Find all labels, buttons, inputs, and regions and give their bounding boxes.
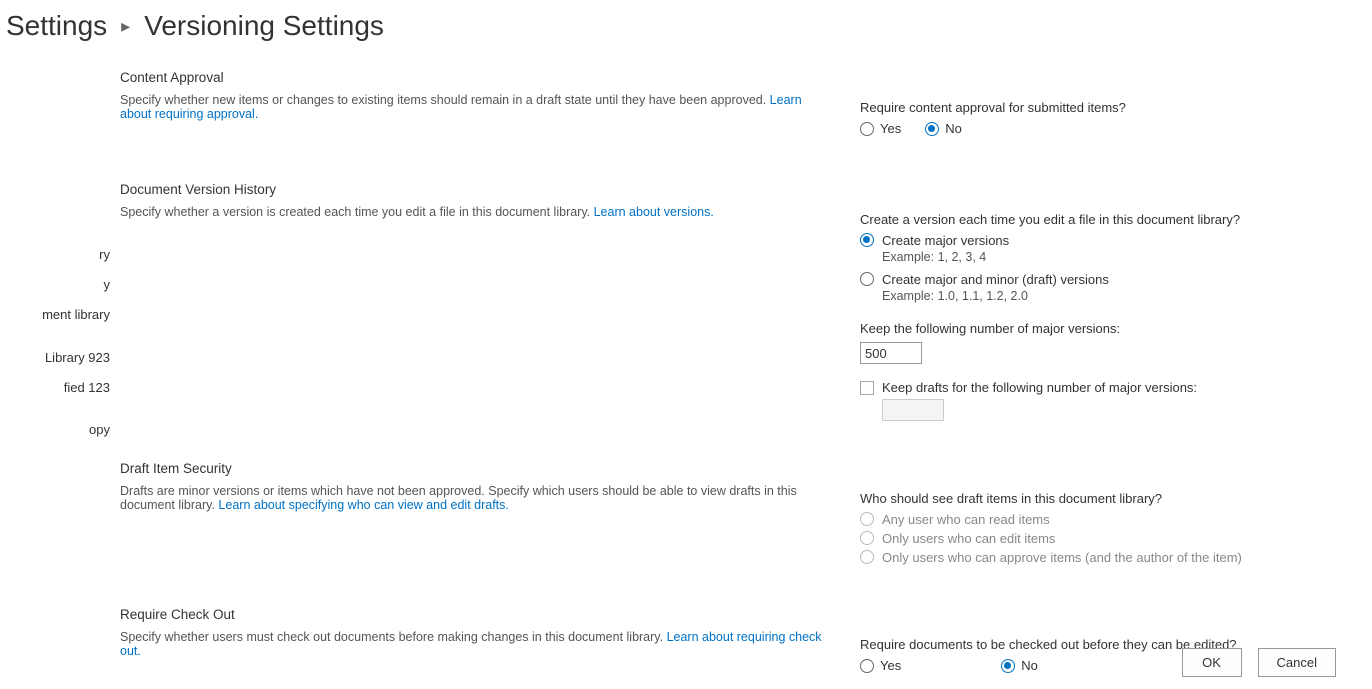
section-version-history: Document Version History Specify whether… bbox=[120, 182, 1342, 421]
versioning-question: Create a version each time you edit a fi… bbox=[860, 212, 1342, 227]
radio-icon bbox=[1001, 659, 1015, 673]
versioning-minor-example: Example: 1.0, 1.1, 1.2, 2.0 bbox=[882, 289, 1342, 303]
radio-icon bbox=[925, 122, 939, 136]
cancel-button[interactable]: Cancel bbox=[1258, 648, 1336, 677]
approval-no[interactable]: No bbox=[925, 121, 962, 136]
keep-major-input[interactable] bbox=[860, 342, 922, 364]
radio-icon bbox=[860, 550, 874, 564]
section-draft-security: Draft Item Security Drafts are minor ver… bbox=[120, 461, 1342, 567]
keep-major-label: Keep the following number of major versi… bbox=[860, 321, 1342, 336]
radio-icon bbox=[860, 122, 874, 136]
keep-drafts-input bbox=[882, 399, 944, 421]
nav-item[interactable]: opy bbox=[0, 415, 110, 445]
section-desc: Specify whether users must check out doc… bbox=[120, 630, 830, 658]
section-desc: Specify whether a version is created eac… bbox=[120, 205, 830, 219]
approval-question: Require content approval for submitted i… bbox=[860, 100, 1342, 115]
radio-icon bbox=[860, 233, 874, 247]
learn-link-versions[interactable]: Learn about versions. bbox=[594, 205, 714, 219]
draft-view-any: Any user who can read items bbox=[860, 512, 1342, 527]
section-content-approval: Content Approval Specify whether new ite… bbox=[120, 70, 1342, 142]
nav-item[interactable]: Library 923 bbox=[0, 343, 110, 373]
checkout-yes[interactable]: Yes bbox=[860, 658, 901, 673]
section-title: Document Version History bbox=[120, 182, 830, 197]
left-nav-cut: ry y ment library Library 923 fied 123 o… bbox=[0, 240, 110, 445]
radio-icon bbox=[860, 531, 874, 545]
radio-icon bbox=[860, 659, 874, 673]
breadcrumb: Settings ▸ Versioning Settings bbox=[0, 0, 1372, 42]
breadcrumb-parent[interactable]: Settings bbox=[6, 10, 107, 42]
draft-view-approvers: Only users who can approve items (and th… bbox=[860, 550, 1342, 565]
section-title: Require Check Out bbox=[120, 607, 830, 622]
radio-icon bbox=[860, 272, 874, 286]
nav-item[interactable]: ment library bbox=[0, 300, 110, 330]
versioning-minor[interactable]: Create major and minor (draft) versions bbox=[860, 272, 1342, 287]
draft-view-editors: Only users who can edit items bbox=[860, 531, 1342, 546]
checkbox-icon bbox=[860, 381, 874, 395]
section-title: Draft Item Security bbox=[120, 461, 830, 476]
approval-yes[interactable]: Yes bbox=[860, 121, 901, 136]
ok-button[interactable]: OK bbox=[1182, 648, 1242, 677]
draft-view-question: Who should see draft items in this docum… bbox=[860, 491, 1342, 506]
section-title: Content Approval bbox=[120, 70, 830, 85]
section-desc: Specify whether new items or changes to … bbox=[120, 93, 830, 121]
learn-link-drafts[interactable]: Learn about specifying who can view and … bbox=[218, 498, 508, 512]
nav-item[interactable]: ry bbox=[0, 240, 110, 270]
nav-item[interactable]: fied 123 bbox=[0, 373, 110, 403]
nav-item[interactable]: y bbox=[0, 270, 110, 300]
button-bar: OK Cancel bbox=[1182, 648, 1336, 677]
keep-drafts-checkbox[interactable]: Keep drafts for the following number of … bbox=[860, 380, 1342, 395]
section-require-checkout: Require Check Out Specify whether users … bbox=[120, 607, 1342, 679]
checkout-no[interactable]: No bbox=[1001, 658, 1038, 673]
chevron-right-icon: ▸ bbox=[121, 16, 130, 37]
versioning-major-example: Example: 1, 2, 3, 4 bbox=[882, 250, 1342, 264]
versioning-major[interactable]: Create major versions bbox=[860, 233, 1342, 248]
section-desc: Drafts are minor versions or items which… bbox=[120, 484, 830, 512]
radio-icon bbox=[860, 512, 874, 526]
breadcrumb-current: Versioning Settings bbox=[144, 10, 384, 42]
